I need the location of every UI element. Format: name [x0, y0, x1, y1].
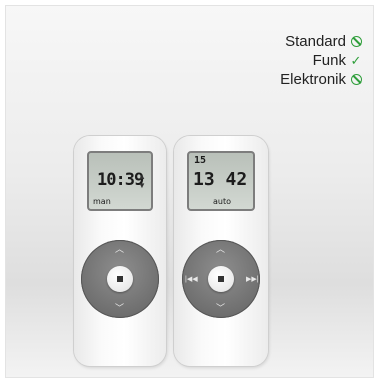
- lcd-day: 15: [194, 155, 207, 166]
- previous-icon[interactable]: |◀◀: [185, 275, 198, 284]
- next-icon[interactable]: ▶▶|: [246, 275, 259, 284]
- feature-legend: Standard Funk ✓ Elektronik: [280, 32, 363, 89]
- lcd-display: 15 13 42 auto: [187, 151, 255, 211]
- check-icon: ✓: [350, 53, 362, 68]
- down-arrow-icon[interactable]: ﹀: [216, 304, 225, 313]
- legend-label: Standard: [285, 33, 346, 50]
- lcd-mode: man: [93, 197, 111, 206]
- remote-control-auto: 15 13 42 auto ︿ ﹀ |◀◀ ▶▶|: [174, 136, 268, 366]
- lcd-display: 10:39 ▲ ▼ man: [87, 151, 153, 211]
- stop-icon: [218, 276, 224, 282]
- lcd-mode: auto: [213, 197, 232, 206]
- control-wheel[interactable]: ︿ ﹀: [81, 240, 159, 318]
- product-panel: Standard Funk ✓ Elektronik 10:39 ▲ ▼ man …: [5, 5, 374, 378]
- stop-button[interactable]: [107, 266, 133, 292]
- stop-button[interactable]: [208, 266, 234, 292]
- legend-funk: Funk ✓: [280, 51, 363, 70]
- legend-standard: Standard: [280, 32, 363, 51]
- ban-icon: [349, 70, 363, 89]
- remote-control-manual: 10:39 ▲ ▼ man ︿ ﹀: [74, 136, 166, 366]
- legend-elektronik: Elektronik: [280, 70, 363, 89]
- lcd-time: 13 42: [193, 169, 248, 190]
- up-arrow-icon[interactable]: ︿: [115, 245, 124, 254]
- legend-label: Elektronik: [280, 71, 346, 88]
- legend-label: Funk: [312, 52, 346, 69]
- up-arrow-icon[interactable]: ︿: [216, 245, 225, 254]
- lcd-time: 10:39: [97, 170, 144, 190]
- control-wheel[interactable]: ︿ ﹀ |◀◀ ▶▶|: [182, 240, 260, 318]
- ban-icon: [349, 32, 363, 51]
- stop-icon: [117, 276, 123, 282]
- down-arrow-icon[interactable]: ﹀: [115, 304, 124, 313]
- up-down-arrows-icon: ▲ ▼: [138, 172, 146, 190]
